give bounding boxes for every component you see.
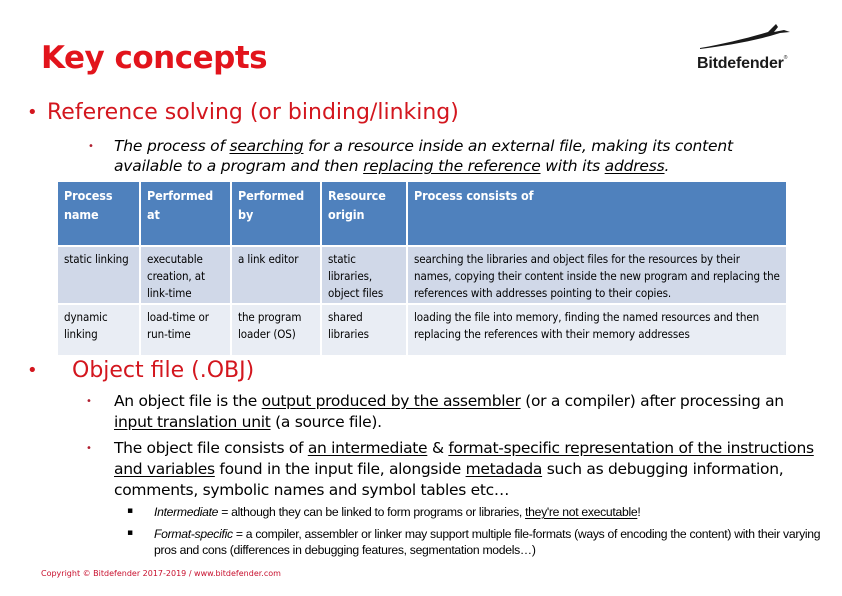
section-heading: Object file (.OBJ) — [72, 358, 255, 383]
table-row: static linking executable creation, at l… — [58, 247, 786, 303]
table-row: dynamic linking load-time or run-time th… — [58, 305, 786, 355]
reference-solving-definition: The process of searching for a resource … — [114, 137, 733, 175]
linking-table: Process name Performed at Performed by R… — [56, 180, 788, 357]
section-heading: Reference solving (or binding/linking) — [47, 100, 459, 125]
table-cell: load-time or run-time — [141, 305, 230, 355]
table-header-cell: Resource origin — [322, 182, 406, 245]
table-cell: loading the file into memory, finding th… — [408, 305, 786, 355]
table-cell: static linking — [58, 247, 139, 303]
table-cell: searching the libraries and object files… — [408, 247, 786, 303]
table-cell: the program loader (OS) — [232, 305, 320, 355]
table-header-cell: Performed by — [232, 182, 320, 245]
table-cell: shared libraries — [322, 305, 406, 355]
table-cell: a link editor — [232, 247, 320, 303]
bullet-icon: • — [86, 396, 92, 407]
bitdefender-wordmark: Bitdefender® — [697, 55, 788, 72]
table-header-row: Process name Performed at Performed by R… — [58, 182, 786, 245]
bullet-icon: • — [27, 360, 38, 381]
bullet-icon: • — [27, 102, 38, 123]
bitdefender-logo: Bitdefender® — [694, 22, 804, 78]
square-bullet-icon: ▪ — [127, 528, 134, 538]
square-bullet-icon: ▪ — [127, 506, 134, 516]
table-cell: executable creation, at link-time — [141, 247, 230, 303]
table-header-cell: Process name — [58, 182, 139, 245]
table-header-cell: Process consists of — [408, 182, 786, 245]
table-header-cell: Performed at — [141, 182, 230, 245]
bullet-icon: • — [86, 443, 92, 454]
table-cell: dynamic linking — [58, 305, 139, 355]
bitdefender-wolf-logo-icon — [700, 24, 790, 49]
intermediate-note: Intermediate = although they can be link… — [154, 505, 641, 519]
table-cell: static libraries, object files — [322, 247, 406, 303]
bullet-icon: • — [88, 141, 94, 152]
copyright-footer: Copyright © Bitdefender 2017-2019 / www.… — [41, 569, 281, 578]
object-file-item-2: The object file consists of an intermedi… — [114, 439, 814, 499]
object-file-item-1: An object file is the output produced by… — [114, 392, 784, 431]
slide-title: Key concepts — [41, 40, 268, 76]
format-specific-note: Format-specific = a compiler, assembler … — [154, 527, 821, 557]
